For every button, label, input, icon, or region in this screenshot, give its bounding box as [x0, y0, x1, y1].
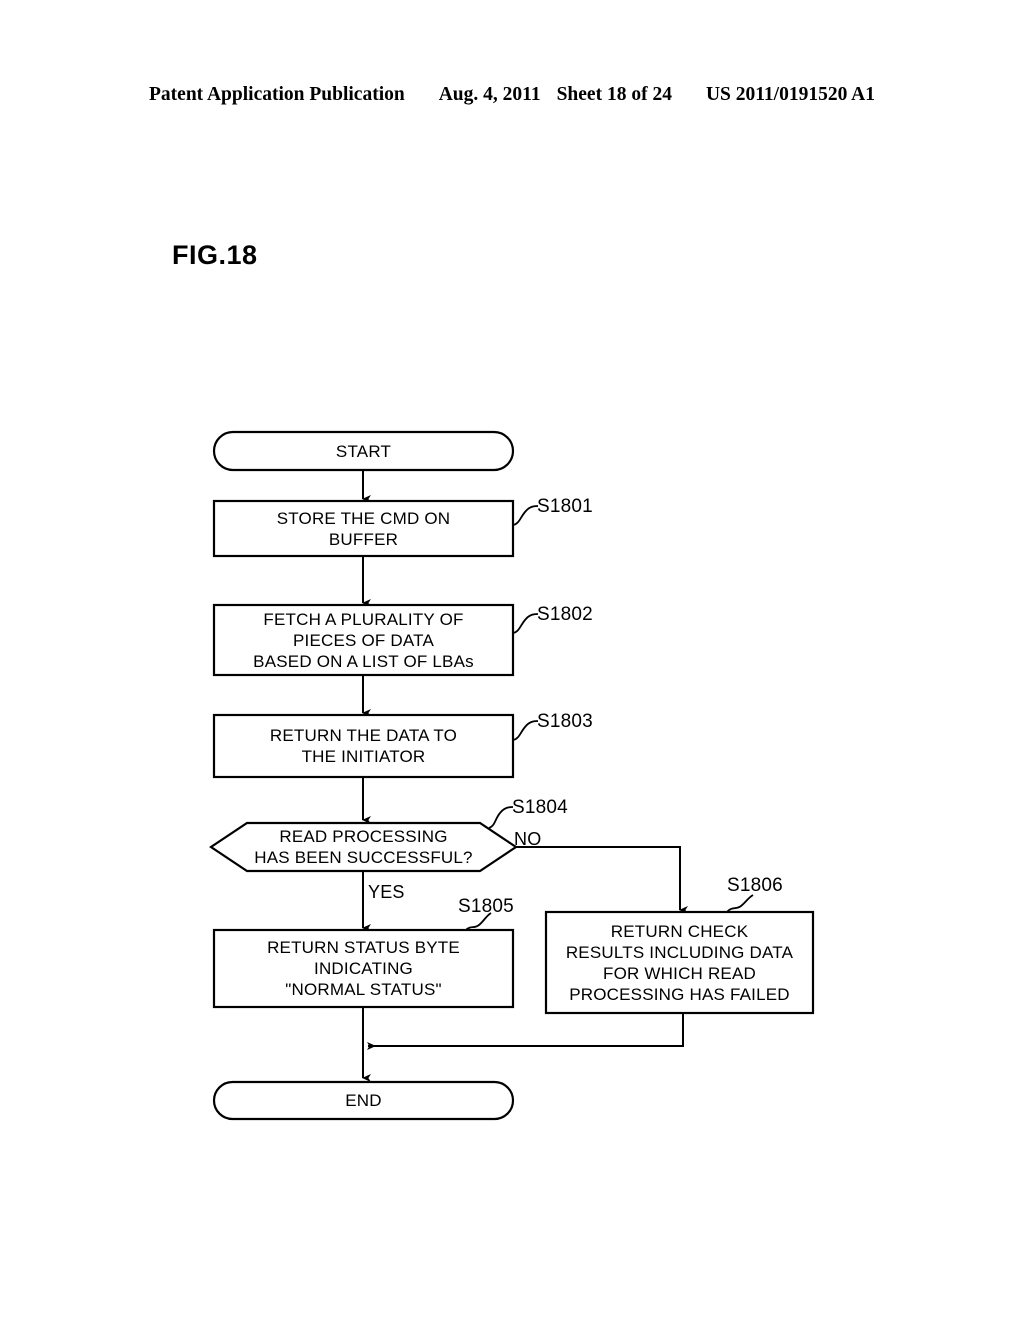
- step-number-s1804: S1804: [512, 797, 568, 818]
- end-terminal-shape: [212, 1080, 515, 1121]
- step-number-s1802: S1802: [537, 604, 593, 625]
- step-number-s1803: S1803: [537, 711, 593, 732]
- process-box-s1803: [212, 713, 515, 779]
- process-box-s1802: [212, 603, 515, 677]
- process-box-s1801: [212, 499, 515, 558]
- connector-s1806-to-merge: [367, 1013, 684, 1050]
- step-number-s1801: S1801: [537, 496, 593, 517]
- connector-no-to-s1806: [516, 846, 688, 914]
- decision-shape-s1804: [209, 821, 518, 873]
- leader-s1801: [512, 505, 539, 526]
- process-box-s1805: [212, 928, 515, 1009]
- step-number-s1805: S1805: [458, 896, 514, 917]
- start-terminal-shape: [212, 430, 515, 472]
- leader-s1802: [512, 613, 539, 634]
- process-box-s1806: [544, 910, 815, 1015]
- leader-s1806: [726, 894, 754, 913]
- leader-s1803: [512, 720, 539, 741]
- flowchart-diagram: [209, 430, 815, 1121]
- patent-drawing-page: Patent Application Publication Aug. 4, 2…: [0, 0, 1024, 1320]
- branch-label-yes: YES: [368, 882, 405, 902]
- step-number-s1806: S1806: [727, 875, 783, 896]
- leader-s1804: [488, 806, 514, 829]
- branch-label-no: NO: [514, 829, 542, 849]
